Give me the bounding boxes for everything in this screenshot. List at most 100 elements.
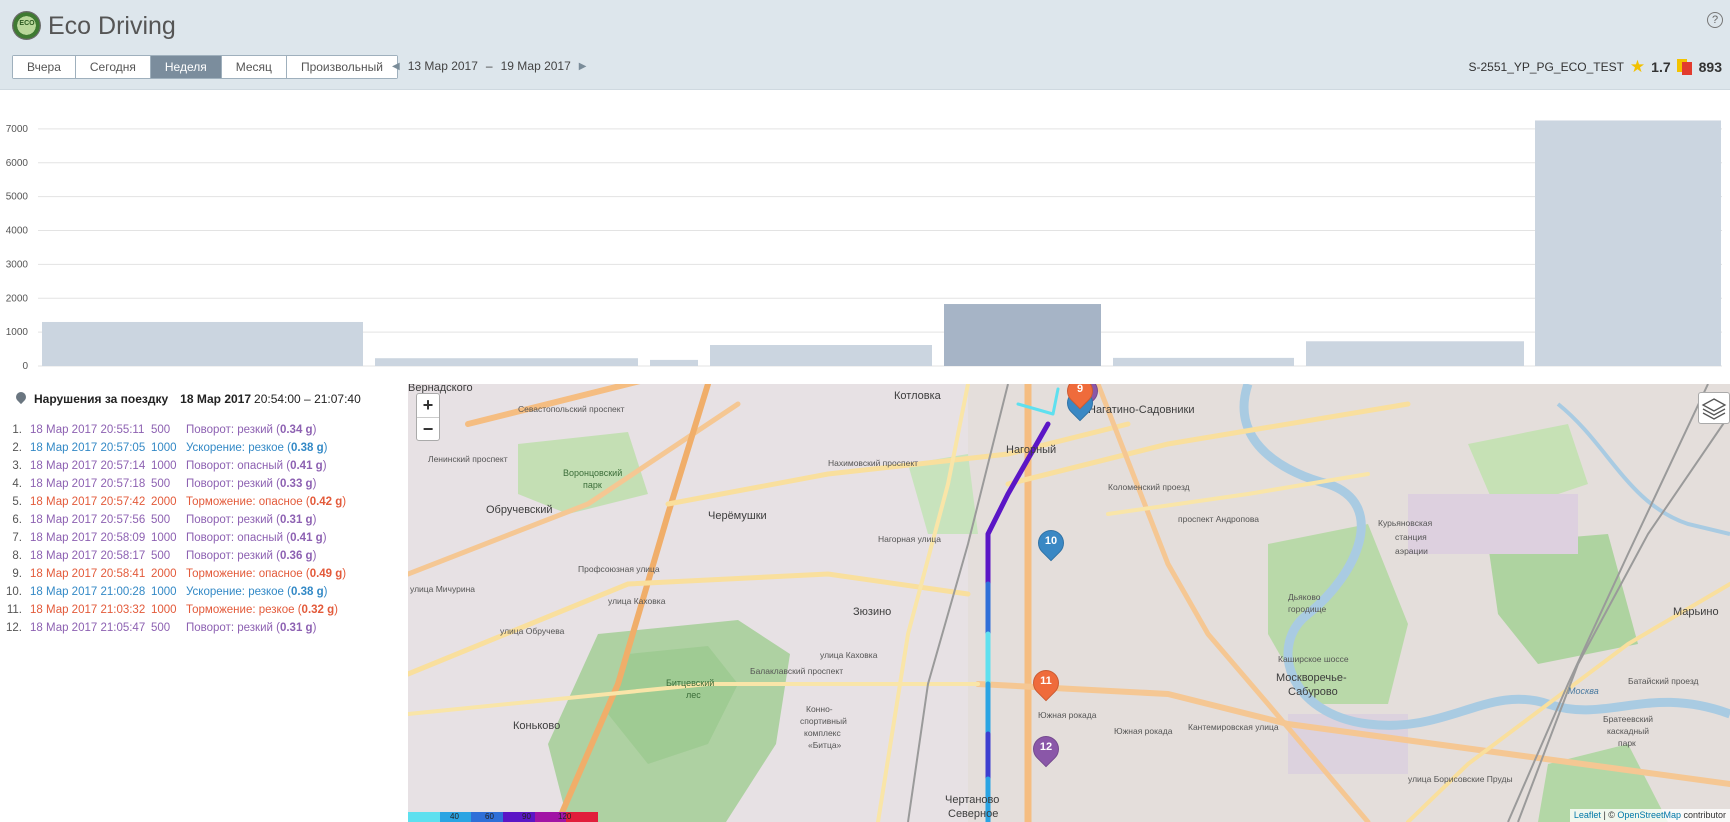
violations-panel: Нарушения за поездку 18 Мар 2017 20:54:0… xyxy=(0,384,408,822)
violation-points: 2000 xyxy=(151,568,177,580)
layers-button[interactable] xyxy=(1698,392,1730,424)
violation-row[interactable]: 2. 18 Мар 2017 20:57:05 1000 Ускорение: рез… xyxy=(0,442,346,460)
map-label-nagatino: Нагатино-Садовники xyxy=(1088,404,1195,416)
violation-time: 18 Мар 2017 20:58:41 xyxy=(30,568,146,580)
violation-number: 2. xyxy=(12,442,22,454)
violation-g: 0.49 g xyxy=(309,568,343,580)
map-label-bratsevsky-1: Братеевский xyxy=(1603,714,1653,724)
violation-points: 1000 xyxy=(151,604,177,616)
violation-type: Торможение: опасное xyxy=(186,496,303,508)
violation-number: 8. xyxy=(12,550,22,562)
violation-row[interactable]: 8. 18 Мар 2017 20:58:17 500 Поворот: резкий… xyxy=(0,550,346,568)
help-icon[interactable]: ? xyxy=(1707,12,1723,28)
map-label-kantemirovskaya: Кантемировская улица xyxy=(1188,722,1279,732)
zoom-out-button[interactable]: − xyxy=(417,417,439,440)
next-period-arrow-icon[interactable]: ▶ xyxy=(579,61,587,72)
map-label-yuzhnaya-1: Южная рокада xyxy=(1038,710,1097,720)
period-button-week[interactable]: Неделя xyxy=(150,56,222,78)
violation-type: Поворот: опасный xyxy=(186,532,284,544)
violation-points: 1000 xyxy=(151,442,177,454)
violation-time: 18 Мар 2017 20:57:56 xyxy=(30,514,146,526)
chart-bar[interactable] xyxy=(944,304,1101,366)
map-label-vorontsovsky-2: парк xyxy=(583,480,602,490)
star-icon: ★ xyxy=(1629,57,1646,76)
violations-list: 1. 18 Мар 2017 20:55:11 500 Поворот: резкий… xyxy=(0,424,346,640)
vehicle-name: S-2551_YP_PG_ECO_TEST xyxy=(1468,60,1624,74)
violation-type: Поворот: резкий xyxy=(186,514,273,526)
map-label-batayskiy: Батайский проезд xyxy=(1628,676,1699,686)
map-label-borisovskie: улица Борисовские Пруды xyxy=(1408,774,1513,784)
map-label-nagorny: Нагорный xyxy=(1006,444,1057,456)
logo-text: ECO xyxy=(19,20,35,27)
period-button-custom[interactable]: Произвольный xyxy=(286,56,397,78)
chart-bar[interactable] xyxy=(375,358,638,366)
date-to: 19 Мар 2017 xyxy=(500,59,571,73)
y-tick-label: 1000 xyxy=(6,327,29,338)
violation-time: 18 Мар 2017 20:58:09 xyxy=(30,532,146,544)
chart-bar[interactable] xyxy=(1113,357,1294,366)
violation-row[interactable]: 12. 18 Мар 2017 21:05:47 500 Поворот: резки… xyxy=(0,622,346,640)
violation-row[interactable]: 9. 18 Мар 2017 20:58:41 2000 Торможение: оп… xyxy=(0,568,346,586)
map-label-kurianovskaya-2: станция xyxy=(1395,532,1427,542)
trip-map[interactable]: Вернадского Котловка Нагатино-Садовники … xyxy=(408,384,1730,822)
violation-g: 0.38 g xyxy=(291,442,324,454)
map-label-nakhimovsky: Нахимовский проспект xyxy=(828,458,919,468)
map-label-moskvorechye-2: Сабурово xyxy=(1288,686,1338,698)
chart-bar[interactable] xyxy=(42,321,363,366)
period-button-month[interactable]: Месяц xyxy=(221,56,287,78)
chart-bar[interactable] xyxy=(1306,341,1524,366)
leaflet-link[interactable]: Leaflet xyxy=(1574,810,1601,820)
period-button-today[interactable]: Сегодня xyxy=(75,56,151,78)
y-tick-label: 6000 xyxy=(6,158,29,169)
violation-description: Ускорение: резкое (0.38 g) xyxy=(186,442,328,454)
date-from: 13 Мар 2017 xyxy=(407,59,478,73)
violation-number: 11. xyxy=(6,604,22,616)
osm-link[interactable]: OpenStreetMap xyxy=(1617,810,1681,820)
violation-row[interactable]: 6. 18 Мар 2017 20:57:56 500 Поворот: резкий… xyxy=(0,514,346,532)
period-button-yesterday[interactable]: Вчера xyxy=(13,56,76,78)
chart-bar[interactable] xyxy=(1535,120,1721,366)
zoom-in-button[interactable]: + xyxy=(417,394,439,417)
route-marker-11[interactable]: 11 xyxy=(1027,664,1065,704)
route-marker-9[interactable]: 9 xyxy=(1061,384,1099,412)
violation-g: 0.42 g xyxy=(309,496,343,508)
violation-row[interactable]: 5. 18 Мар 2017 20:57:42 2000 Торможение: оп… xyxy=(0,496,346,514)
map-label-kakhovka-1: улица Каховка xyxy=(820,650,878,660)
violation-number: 12. xyxy=(6,622,22,634)
map-label-kotlovka: Котловка xyxy=(894,390,941,402)
map-label-leninsky: Ленинский проспект xyxy=(428,454,508,464)
map-label-sevastopolsky: Севастопольский проспект xyxy=(518,404,625,414)
violation-row[interactable]: 3. 18 Мар 2017 20:57:14 1000 Поворот: опасн… xyxy=(0,460,346,478)
map-label-konno-3: комплекс xyxy=(804,728,841,738)
y-tick-label: 3000 xyxy=(6,259,29,270)
route-marker-10[interactable]: 10 xyxy=(1032,524,1070,564)
chart-bar[interactable] xyxy=(710,345,932,366)
violation-g: 0.41 g xyxy=(290,460,323,472)
violation-row[interactable]: 7. 18 Мар 2017 20:58:09 1000 Поворот: опасн… xyxy=(0,532,346,550)
violation-row[interactable]: 4. 18 Мар 2017 20:57:18 500 Поворот: резкий… xyxy=(0,478,346,496)
violation-time: 18 Мар 2017 20:57:18 xyxy=(30,478,146,490)
map-label-konno-2: спортивный xyxy=(800,716,847,726)
violation-time: 18 Мар 2017 21:03:32 xyxy=(30,604,146,616)
violations-title: Нарушения за поездку xyxy=(34,392,169,406)
chart-bar[interactable] xyxy=(650,359,698,366)
violation-row[interactable]: 10. 18 Мар 2017 21:00:28 1000 Ускорение: ре… xyxy=(0,586,346,604)
violation-g: 0.31 g xyxy=(279,514,313,526)
trip-date: 18 Мар 2017 xyxy=(180,392,252,406)
attribution-separator: | © xyxy=(1600,810,1618,820)
violation-number: 4. xyxy=(12,478,22,490)
map-label-balaklavsky: Балаклавский проспект xyxy=(750,666,844,676)
map-label-profsoyuznaya: Профсоюзная улица xyxy=(578,564,660,574)
violation-number: 5. xyxy=(12,496,22,508)
prev-period-arrow-icon[interactable]: ◀ xyxy=(392,61,400,72)
violation-g: 0.33 g xyxy=(279,478,313,490)
y-tick-label: 0 xyxy=(22,361,28,372)
layers-icon xyxy=(1701,398,1727,420)
map-label-kolomensky: Коломенский проезд xyxy=(1108,482,1190,492)
map-label-konno-1: Конно- xyxy=(806,704,833,714)
violation-description: Поворот: резкий (0.31 g) xyxy=(186,622,317,634)
map-label-bitsevsky-2: лес xyxy=(686,690,701,700)
route-marker-12[interactable]: 12 xyxy=(1027,730,1065,770)
violation-row[interactable]: 1. 18 Мар 2017 20:55:11 500 Поворот: резкий… xyxy=(0,424,346,442)
violation-row[interactable]: 11. 18 Мар 2017 21:03:32 1000 Торможение: р… xyxy=(0,604,346,622)
